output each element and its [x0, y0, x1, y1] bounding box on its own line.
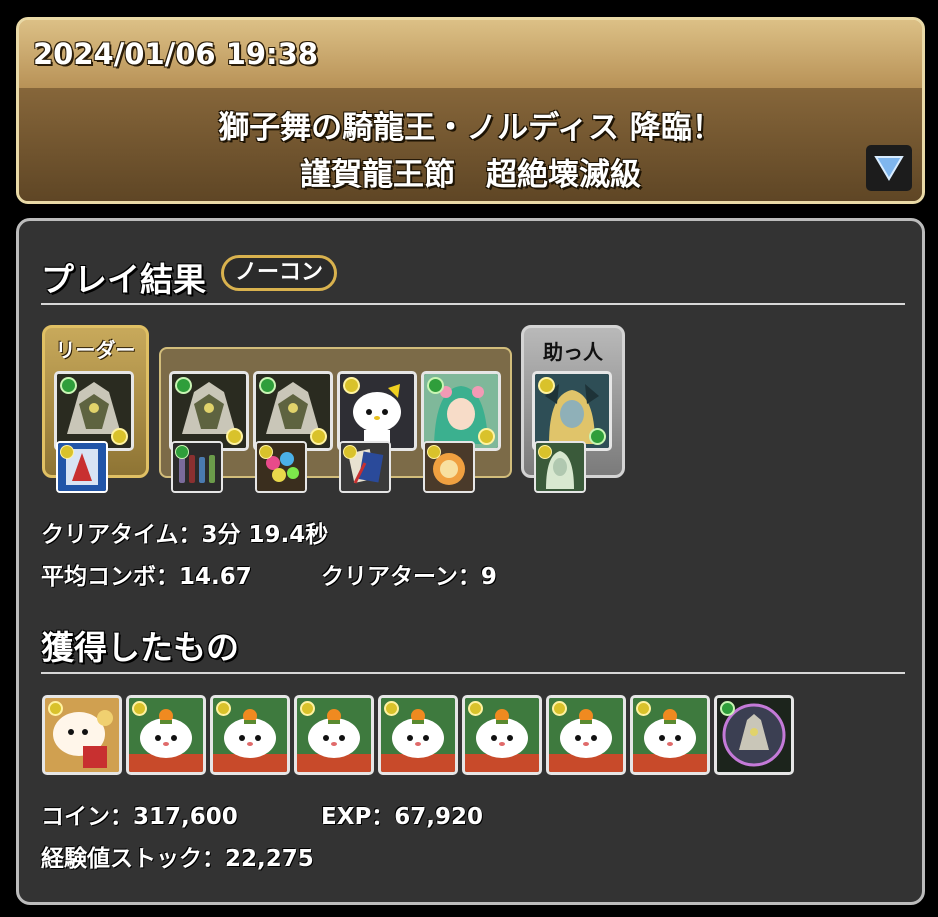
rewards-title: 獲得したもの: [41, 628, 239, 667]
reward-item-1[interactable]: [42, 695, 122, 775]
triangle-down-icon: [874, 156, 904, 181]
play-datetime: 2024/01/06 19:38: [33, 37, 319, 71]
leader-assist[interactable]: [56, 441, 108, 493]
quest-title-area: 獅子舞の騎龍王・ノルディス 降臨！ 謹賀龍王節 超絶壊滅級: [19, 88, 922, 201]
sub-monster-4[interactable]: [421, 371, 501, 451]
light-attribute-icon: [538, 445, 552, 459]
light-attribute-icon: [427, 445, 441, 459]
helper-assist[interactable]: [534, 441, 586, 493]
reward-item-7[interactable]: [546, 695, 626, 775]
wood-attribute-icon: [175, 377, 192, 394]
divider: [41, 672, 905, 674]
sub-assist-1[interactable]: [171, 441, 223, 493]
light-attribute-icon: [468, 701, 483, 716]
sub-monster-1[interactable]: [169, 371, 249, 451]
average-combo: 平均コンボ：14.67: [41, 564, 252, 590]
sub-assist-2[interactable]: [255, 441, 307, 493]
light-attribute-icon: [552, 701, 567, 716]
light-attribute-icon: [384, 701, 399, 716]
play-result-panel: プレイ結果 ノーコン リーダー 助っ人 クリアタイム：3分 19.4秒 平均コン…: [16, 218, 925, 905]
light-attribute-icon: [259, 445, 273, 459]
date-bar: 2024/01/06 19:38: [19, 20, 922, 88]
light-attribute-icon: [111, 428, 128, 445]
light-attribute-icon: [343, 445, 357, 459]
wood-attribute-icon: [720, 701, 735, 716]
light-attribute-icon: [300, 701, 315, 716]
no-continue-badge: ノーコン: [221, 255, 337, 291]
light-attribute-icon: [636, 701, 651, 716]
reward-item-6[interactable]: [462, 695, 542, 775]
reward-item-8[interactable]: [630, 695, 710, 775]
wood-attribute-icon: [175, 445, 189, 459]
coin-earned: コイン：317,600: [41, 804, 238, 830]
floor-title: 謹賀龍王節 超絶壊滅級: [300, 157, 641, 193]
exp-earned: EXP：67,920: [321, 804, 484, 830]
wood-attribute-icon: [60, 377, 77, 394]
play-result-title: プレイ結果: [41, 260, 206, 299]
exp-stock: 経験値ストック：22,275: [41, 846, 314, 872]
wood-attribute-icon: [427, 377, 444, 394]
light-attribute-icon: [60, 445, 74, 459]
light-attribute-icon: [343, 377, 360, 394]
light-attribute-icon: [48, 701, 63, 716]
clear-time: クリアタイム：3分 19.4秒: [41, 522, 329, 548]
leader-label: リーダー: [55, 338, 136, 362]
wood-attribute-icon: [259, 377, 276, 394]
expand-button[interactable]: [866, 145, 912, 191]
wood-attribute-icon: [589, 428, 606, 445]
sub-assist-4[interactable]: [423, 441, 475, 493]
divider: [41, 303, 905, 305]
light-attribute-icon: [132, 701, 147, 716]
leader-monster[interactable]: [54, 371, 134, 451]
clear-turns: クリアターン：9: [321, 564, 497, 590]
light-attribute-icon: [226, 428, 243, 445]
light-attribute-icon: [538, 377, 555, 394]
light-attribute-icon: [478, 428, 495, 445]
light-attribute-icon: [216, 701, 231, 716]
reward-item-9[interactable]: [714, 695, 794, 775]
dungeon-title: 獅子舞の騎龍王・ノルディス 降臨！: [218, 110, 723, 146]
helper-monster[interactable]: [532, 371, 612, 451]
reward-item-4[interactable]: [294, 695, 374, 775]
helper-label: 助っ人: [543, 340, 603, 364]
light-attribute-icon: [310, 428, 327, 445]
reward-item-3[interactable]: [210, 695, 290, 775]
quest-header-panel: 2024/01/06 19:38 獅子舞の騎龍王・ノルディス 降臨！ 謹賀龍王節…: [16, 17, 925, 204]
reward-item-5[interactable]: [378, 695, 458, 775]
reward-item-2[interactable]: [126, 695, 206, 775]
sub-monster-3[interactable]: [337, 371, 417, 451]
sub-monster-2[interactable]: [253, 371, 333, 451]
sub-assist-3[interactable]: [339, 441, 391, 493]
